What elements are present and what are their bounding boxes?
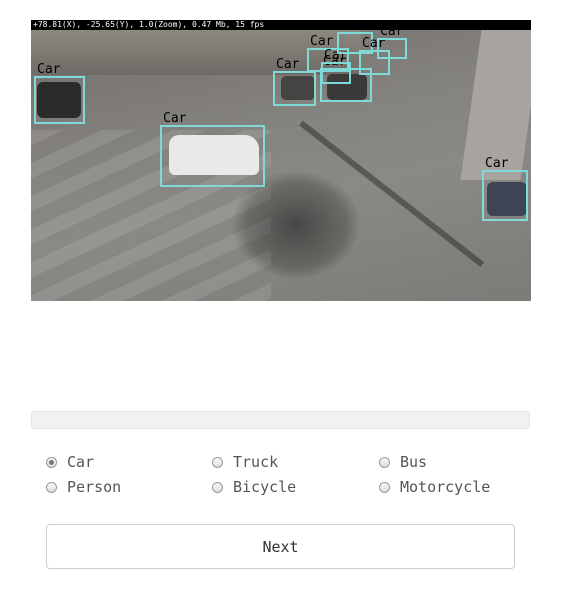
detection-box[interactable]: Car [160, 112, 265, 187]
radio-bus[interactable] [379, 456, 390, 468]
detection-box[interactable]: Car [377, 25, 407, 59]
option-car-label: Car [67, 453, 95, 471]
radio-motorcycle[interactable] [379, 481, 390, 493]
radio-bicycle[interactable] [212, 481, 223, 493]
option-bicycle-label: Bicycle [233, 478, 297, 496]
option-bus-label: Bus [400, 453, 428, 471]
option-car[interactable]: Car [46, 453, 94, 471]
detection-box[interactable]: Car [321, 49, 351, 84]
radio-person[interactable] [46, 481, 57, 493]
radio-truck[interactable] [212, 456, 223, 468]
radio-car[interactable] [46, 456, 57, 468]
option-bus[interactable]: Bus [379, 453, 427, 471]
option-truck-label: Truck [233, 453, 279, 471]
detection-label: Car [37, 62, 61, 77]
video-viewer[interactable]: +78.81(X), -25.65(Y), 1.0(Zoom), 0.47 Mb… [31, 20, 531, 301]
detection-box[interactable]: Car [34, 63, 85, 124]
detection-label: Car [485, 156, 509, 171]
detection-box[interactable]: Car [482, 157, 528, 221]
option-motorcycle[interactable]: Motorcycle [379, 478, 490, 496]
detection-label: Car [276, 57, 300, 72]
detection-box[interactable]: Car [273, 58, 316, 106]
next-button[interactable]: Next [46, 524, 515, 569]
detection-label: Car [163, 111, 187, 126]
status-bar: +78.81(X), -25.65(Y), 1.0(Zoom), 0.47 Mb… [31, 20, 531, 30]
option-person-label: Person [67, 478, 122, 496]
option-person[interactable]: Person [46, 478, 121, 496]
detection-label: Car [310, 34, 334, 49]
option-motorcycle-label: Motorcycle [400, 478, 491, 496]
option-bicycle[interactable]: Bicycle [212, 478, 296, 496]
progress-bar [31, 411, 530, 429]
option-truck[interactable]: Truck [212, 453, 278, 471]
